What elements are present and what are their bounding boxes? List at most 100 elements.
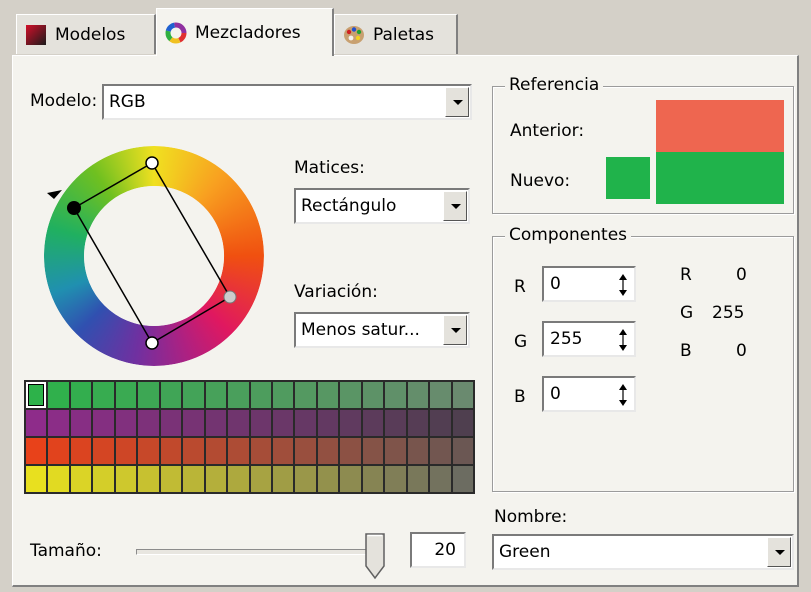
swatch-cell[interactable] xyxy=(452,438,473,464)
chevron-down-icon[interactable] xyxy=(443,191,467,221)
swatch-cell[interactable] xyxy=(250,410,271,436)
swatch-cell[interactable] xyxy=(138,438,159,464)
b-spinner[interactable]: 0 xyxy=(542,376,636,412)
swatch-cell[interactable] xyxy=(26,438,47,464)
swatch-cell[interactable] xyxy=(362,410,384,436)
chevron-down-icon[interactable] xyxy=(767,537,791,567)
size-slider-track[interactable] xyxy=(136,549,384,555)
swatch-cell[interactable] xyxy=(48,382,69,408)
swatch-cell[interactable] xyxy=(228,438,249,464)
swatch-cell[interactable] xyxy=(70,382,92,408)
swatch-cell[interactable] xyxy=(407,438,429,464)
swatch-cell[interactable] xyxy=(228,382,249,408)
swatch-cell[interactable] xyxy=(160,466,182,492)
swatch-cell[interactable] xyxy=(272,466,294,492)
swatch-cell[interactable] xyxy=(385,438,406,464)
swatch-cell[interactable] xyxy=(317,438,339,464)
chevron-down-icon[interactable] xyxy=(445,87,469,117)
chevron-down-icon[interactable] xyxy=(443,315,467,345)
spinner-arrows-icon[interactable] xyxy=(618,273,628,297)
swatch-cell[interactable] xyxy=(272,410,294,436)
color-wheel[interactable] xyxy=(38,140,270,372)
swatch-cell[interactable] xyxy=(340,410,361,436)
swatch-cell[interactable] xyxy=(452,410,473,436)
r-spinner[interactable]: 0 xyxy=(542,266,636,302)
size-value-box[interactable]: 20 xyxy=(410,532,466,568)
swatch-cell[interactable] xyxy=(183,438,204,464)
swatch-cell[interactable] xyxy=(26,410,47,436)
swatch-cell[interactable] xyxy=(115,410,137,436)
swatch-cell[interactable] xyxy=(183,410,204,436)
swatch-cell[interactable] xyxy=(295,382,316,408)
swatch-cell[interactable] xyxy=(48,466,69,492)
swatch-cell[interactable] xyxy=(93,438,114,464)
swatch-cell[interactable] xyxy=(317,382,339,408)
swatch-cell[interactable] xyxy=(115,438,137,464)
name-select[interactable]: Green xyxy=(492,534,794,570)
swatch-cell[interactable] xyxy=(407,410,429,436)
swatch-cell[interactable] xyxy=(362,382,384,408)
swatch-cell[interactable] xyxy=(205,382,227,408)
variation-select[interactable]: Menos satur... xyxy=(294,312,470,348)
swatch-cell[interactable] xyxy=(385,410,406,436)
swatch-cell[interactable] xyxy=(272,382,294,408)
swatch-cell[interactable] xyxy=(452,466,473,492)
swatch-cell[interactable] xyxy=(138,466,159,492)
swatch-cell[interactable] xyxy=(183,466,204,492)
swatch-cell[interactable] xyxy=(317,410,339,436)
swatch-cell[interactable] xyxy=(430,438,451,464)
swatch-cell[interactable] xyxy=(115,466,137,492)
swatch-cell[interactable] xyxy=(385,382,406,408)
spinner-arrows-icon[interactable] xyxy=(618,383,628,407)
swatch-cell[interactable] xyxy=(362,466,384,492)
swatch-cell[interactable] xyxy=(295,410,316,436)
swatch-cell[interactable] xyxy=(295,438,316,464)
swatch-cell[interactable] xyxy=(183,382,204,408)
swatch-cell[interactable] xyxy=(385,466,406,492)
swatch-cell[interactable] xyxy=(93,466,114,492)
swatch-cell[interactable] xyxy=(228,466,249,492)
swatch-cell[interactable] xyxy=(115,382,137,408)
swatch-cell[interactable] xyxy=(70,410,92,436)
g-spinner[interactable]: 255 xyxy=(542,321,636,357)
swatch-cell[interactable] xyxy=(295,466,316,492)
swatch-cell[interactable] xyxy=(340,466,361,492)
swatch-cell[interactable] xyxy=(362,438,384,464)
swatch-cell[interactable] xyxy=(48,438,69,464)
swatch-cell[interactable] xyxy=(250,382,271,408)
swatch-cell[interactable] xyxy=(138,382,159,408)
primary-handle[interactable] xyxy=(145,156,159,170)
swatch-cell[interactable] xyxy=(93,410,114,436)
swatch-cell[interactable] xyxy=(160,382,182,408)
swatch-cell[interactable] xyxy=(70,466,92,492)
swatch-cell[interactable] xyxy=(317,466,339,492)
swatch-cell[interactable] xyxy=(407,382,429,408)
swatch-cell[interactable] xyxy=(340,382,361,408)
swatch-cell[interactable] xyxy=(228,410,249,436)
swatch-cell[interactable] xyxy=(205,410,227,436)
swatch-cell[interactable] xyxy=(26,466,47,492)
swatch-cell[interactable] xyxy=(70,438,92,464)
swatch-cell[interactable] xyxy=(250,466,271,492)
swatch-cell[interactable] xyxy=(407,466,429,492)
swatch-cell[interactable] xyxy=(250,438,271,464)
swatch-cell[interactable] xyxy=(272,438,294,464)
swatch-cell[interactable] xyxy=(430,466,451,492)
swatch-cell[interactable] xyxy=(138,410,159,436)
size-slider-thumb[interactable] xyxy=(364,532,386,580)
swatch-cell[interactable] xyxy=(452,382,473,408)
spinner-arrows-icon[interactable] xyxy=(618,328,628,352)
swatch-cell[interactable] xyxy=(430,382,451,408)
swatch-cell[interactable] xyxy=(26,382,47,408)
harmonies-select[interactable]: Rectángulo xyxy=(294,188,470,224)
swatch-grid[interactable] xyxy=(24,380,475,494)
swatch-cell[interactable] xyxy=(205,466,227,492)
swatch-cell[interactable] xyxy=(340,438,361,464)
swatch-cell[interactable] xyxy=(93,382,114,408)
swatch-cell[interactable] xyxy=(430,410,451,436)
swatch-cell[interactable] xyxy=(205,438,227,464)
model-select[interactable]: RGB xyxy=(102,84,472,120)
swatch-cell[interactable] xyxy=(160,410,182,436)
swatch-cell[interactable] xyxy=(48,410,69,436)
swatch-cell[interactable] xyxy=(160,438,182,464)
